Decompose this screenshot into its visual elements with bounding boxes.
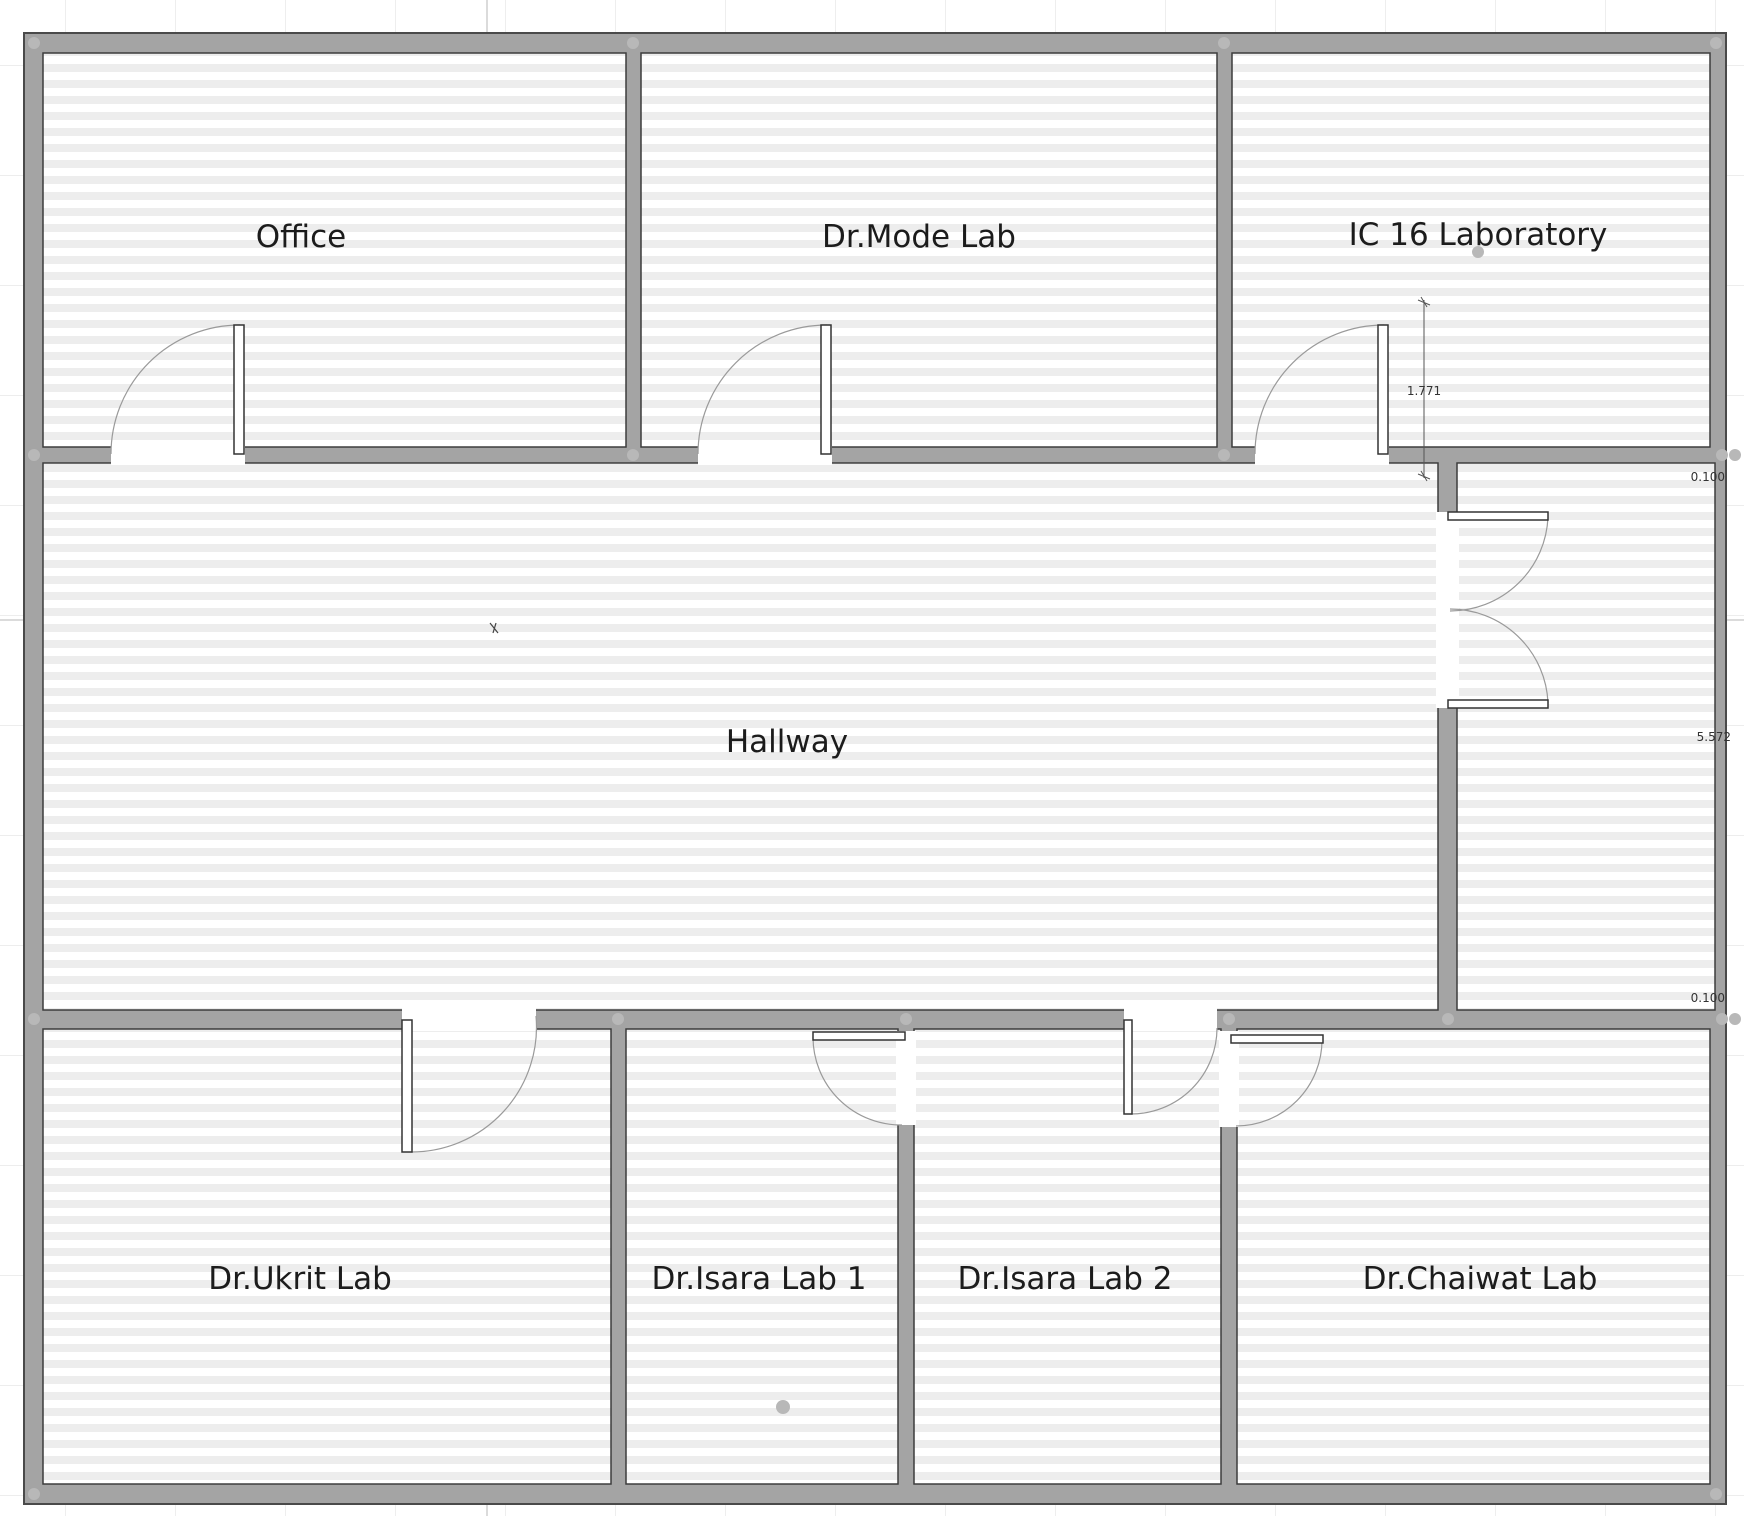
dimension-label-east-height: 5.572 [1697,730,1731,744]
door-opening-isara-lab-2 [1124,1008,1217,1031]
room-label-office: Office [256,219,347,255]
room-floor-isara-lab-1[interactable] [625,1028,899,1485]
door-leaf-isara-lab-1[interactable] [812,1031,906,1041]
door-opening-isara-lab-1 [896,1031,916,1125]
door-leaf-ic16-lab[interactable] [1377,324,1389,455]
room-label-chaiwat-lab: Dr.Chaiwat Lab [1363,1261,1598,1297]
door-leaf-ukrit-lab[interactable] [401,1019,413,1153]
door-leaf-isara-lab-2[interactable] [1123,1019,1133,1115]
door-opening-ic16-lab [1255,445,1389,465]
door-leaf-chaiwat-lab[interactable] [1230,1034,1324,1044]
door-opening-ukrit-lab [402,1008,536,1031]
door-leaf-mode-lab[interactable] [820,324,832,455]
door-opening-chaiwat-lab [1219,1031,1239,1127]
room-floor-east[interactable] [1456,462,1716,1011]
door-opening-office [111,445,245,465]
door-leaf-east-upper[interactable] [1447,511,1549,521]
floor-plan: Office Dr.Mode Lab IC 16 Laboratory Hall… [0,0,1744,1516]
room-floor-ukrit-lab[interactable] [42,1028,612,1485]
door-leaf-east-lower[interactable] [1447,699,1549,709]
room-label-mode-lab: Dr.Mode Lab [822,219,1016,255]
door-opening-east [1436,512,1459,708]
room-label-isara-lab-1: Dr.Isara Lab 1 [651,1261,866,1297]
dimension-label-wall-top: 0.100 [1691,470,1725,484]
room-label-hallway: Hallway [726,724,848,760]
dimension-label-ic16-door: 1.771 [1407,384,1441,398]
dimension-label-wall-bottom: 0.100 [1691,991,1725,1005]
door-leaf-office[interactable] [233,324,245,455]
door-opening-mode-lab [698,445,832,465]
room-floor-chaiwat-lab[interactable] [1236,1028,1711,1485]
room-label-ic16-lab: IC 16 Laboratory [1349,217,1608,253]
room-label-isara-lab-2: Dr.Isara Lab 2 [957,1261,1172,1297]
room-label-ukrit-lab: Dr.Ukrit Lab [208,1261,392,1297]
room-floor-isara-lab-2[interactable] [913,1028,1222,1485]
